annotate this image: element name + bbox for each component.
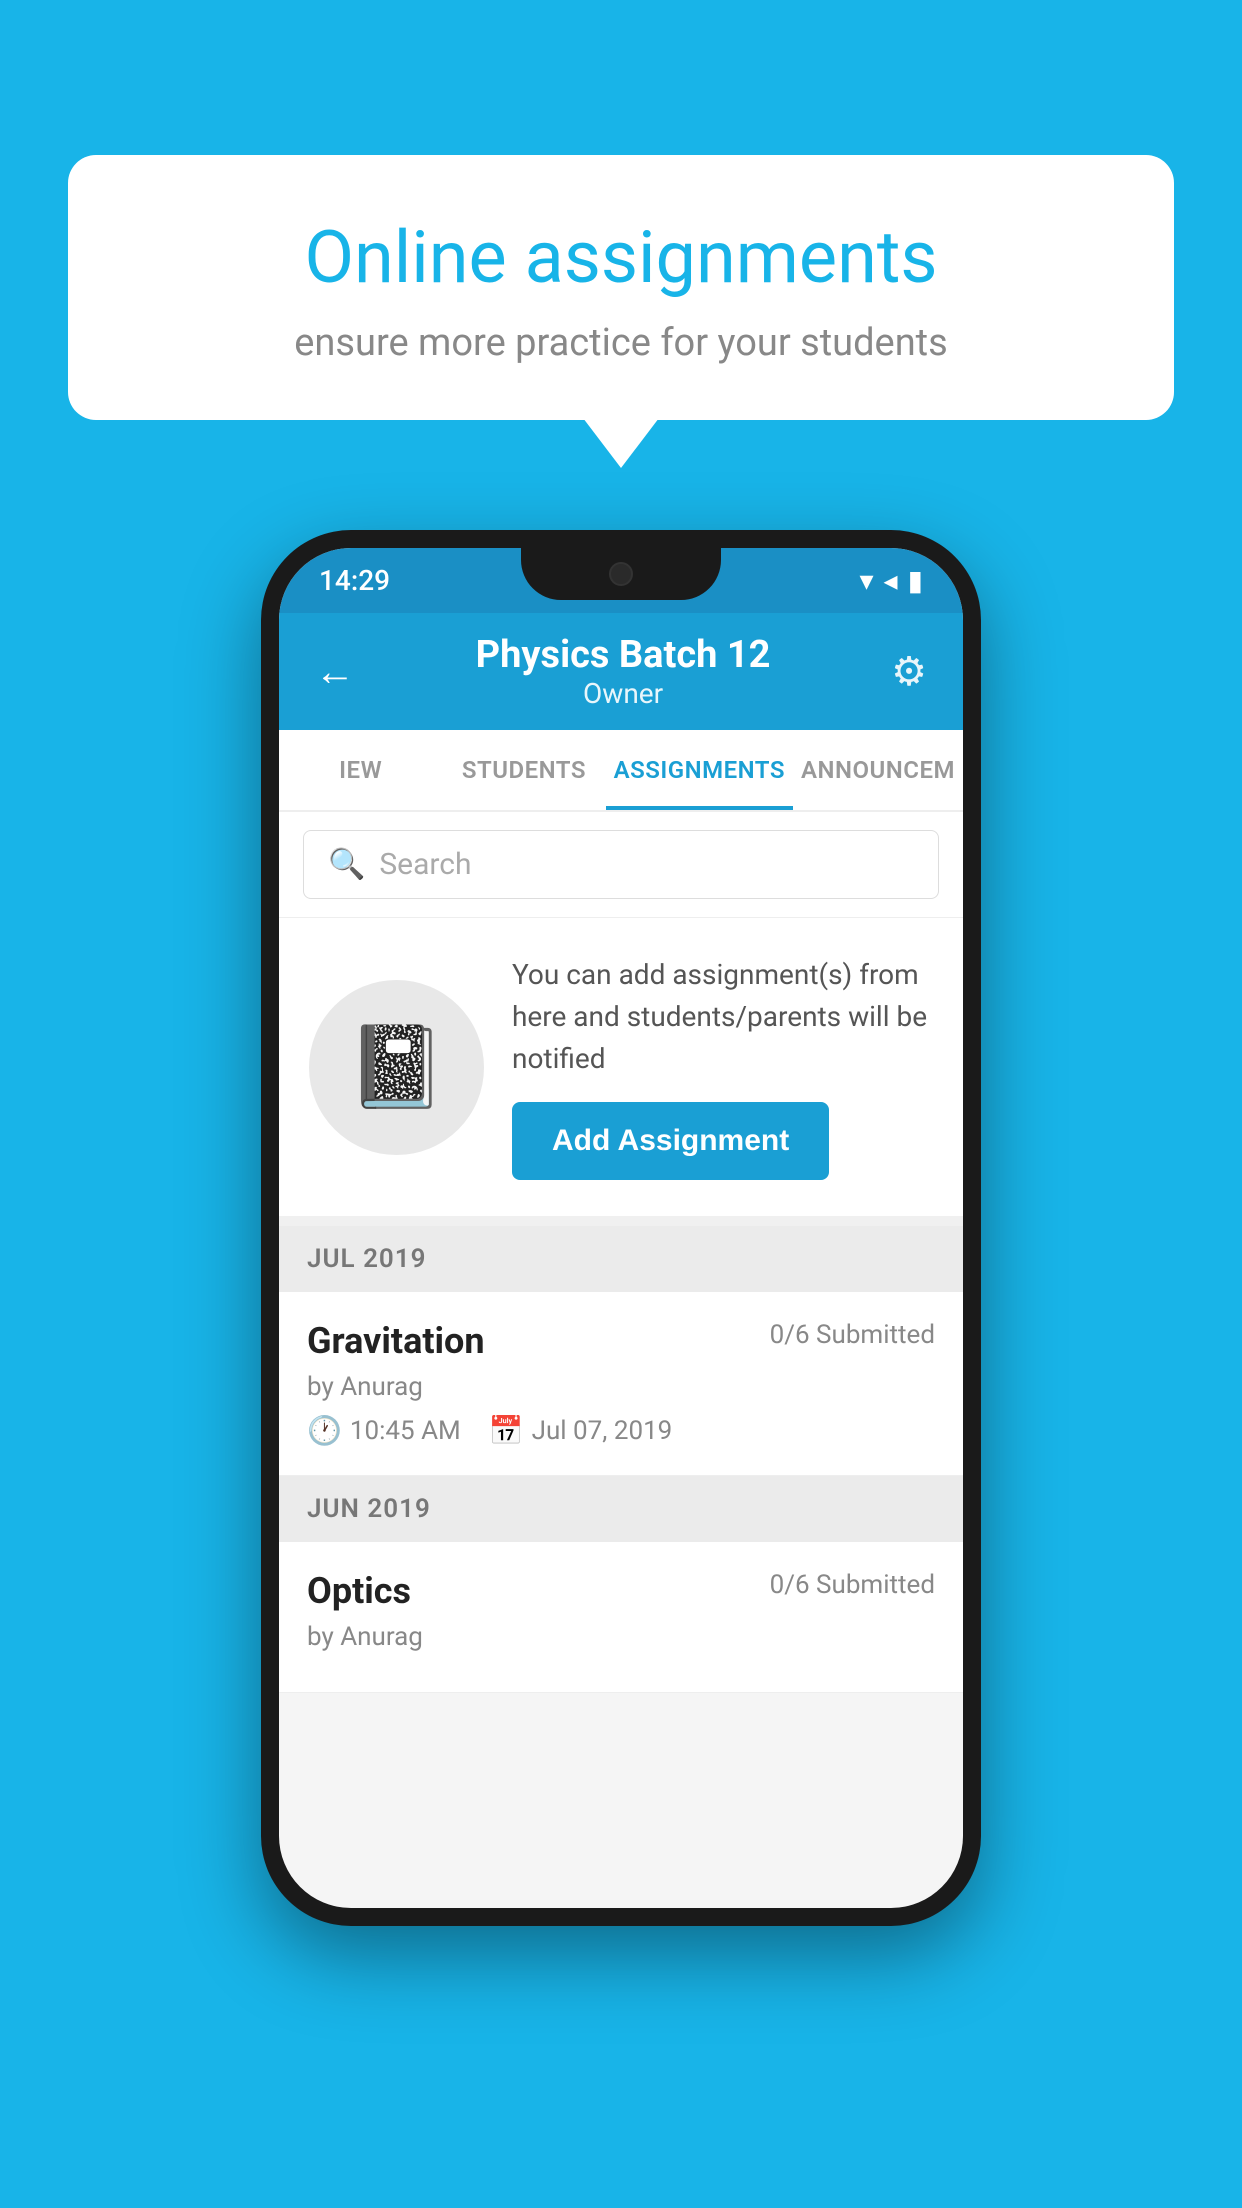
speech-bubble: Online assignments ensure more practice … — [68, 155, 1174, 420]
assignment-by: by Anurag — [307, 1372, 935, 1402]
phone-notch — [521, 548, 721, 600]
header-title: Physics Batch 12 — [476, 633, 771, 677]
signal-icon: ◂ — [884, 564, 898, 597]
camera-dot — [609, 562, 633, 586]
assignment-time: 10:45 AM — [350, 1416, 461, 1446]
tab-iew[interactable]: IEW — [279, 730, 442, 810]
section-header-jun: JUN 2019 — [279, 1476, 963, 1542]
add-assignment-section: 📓 You can add assignment(s) from here an… — [279, 918, 963, 1226]
tabs-bar: IEW STUDENTS ASSIGNMENTS ANNOUNCEM — [279, 730, 963, 812]
assignment-item-header-optics: Optics 0/6 Submitted — [307, 1570, 935, 1612]
meta-time: 🕐 10:45 AM — [307, 1414, 461, 1447]
assignment-info: You can add assignment(s) from here and … — [512, 954, 933, 1180]
back-button[interactable]: ← — [315, 648, 355, 695]
app-header: ← Physics Batch 12 Owner ⚙ — [279, 613, 963, 730]
assignment-meta: 🕐 10:45 AM 📅 Jul 07, 2019 — [307, 1414, 935, 1447]
assignment-item-header: Gravitation 0/6 Submitted — [307, 1320, 935, 1362]
section-header-jul: JUL 2019 — [279, 1226, 963, 1292]
status-icons: ▾ ◂ ▮ — [859, 564, 923, 597]
search-container: 🔍 Search — [279, 812, 963, 918]
assignment-submitted-optics: 0/6 Submitted — [770, 1570, 935, 1600]
wifi-icon: ▾ — [859, 564, 873, 597]
clock-icon: 🕐 — [307, 1414, 342, 1447]
search-bar[interactable]: 🔍 Search — [303, 830, 939, 899]
tab-students[interactable]: STUDENTS — [442, 730, 605, 810]
assignment-name: Gravitation — [307, 1320, 485, 1362]
assignment-name-optics: Optics — [307, 1570, 411, 1612]
battery-icon: ▮ — [908, 564, 923, 597]
header-subtitle: Owner — [476, 677, 771, 710]
assignment-info-text: You can add assignment(s) from here and … — [512, 954, 933, 1080]
tab-assignments[interactable]: ASSIGNMENTS — [606, 730, 793, 810]
phone-mockup: 14:29 ▾ ◂ ▮ ← Physics Batch 12 Owner ⚙ — [261, 530, 981, 1926]
speech-bubble-wrapper: Online assignments ensure more practice … — [68, 155, 1174, 420]
assignment-icon-circle: 📓 — [309, 980, 484, 1155]
add-assignment-button[interactable]: Add Assignment — [512, 1102, 829, 1180]
tab-announcements[interactable]: ANNOUNCEM — [793, 730, 963, 810]
bubble-subtitle: ensure more practice for your students — [138, 321, 1104, 365]
bubble-title: Online assignments — [138, 215, 1104, 301]
search-input-placeholder[interactable]: Search — [379, 847, 471, 882]
phone-outer: 14:29 ▾ ◂ ▮ ← Physics Batch 12 Owner ⚙ — [261, 530, 981, 1926]
search-icon: 🔍 — [328, 847, 365, 882]
assignment-by-optics: by Anurag — [307, 1622, 935, 1652]
notebook-icon: 📓 — [347, 1020, 447, 1114]
assignment-date: Jul 07, 2019 — [532, 1416, 673, 1446]
meta-date: 📅 Jul 07, 2019 — [489, 1414, 673, 1447]
calendar-icon: 📅 — [489, 1414, 524, 1447]
header-center: Physics Batch 12 Owner — [476, 633, 771, 710]
assignment-item-optics[interactable]: Optics 0/6 Submitted by Anurag — [279, 1542, 963, 1693]
assignment-submitted: 0/6 Submitted — [770, 1320, 935, 1350]
status-time: 14:29 — [319, 564, 390, 597]
gear-icon[interactable]: ⚙ — [891, 648, 927, 695]
assignment-item-gravitation[interactable]: Gravitation 0/6 Submitted by Anurag 🕐 10… — [279, 1292, 963, 1476]
phone-screen: 14:29 ▾ ◂ ▮ ← Physics Batch 12 Owner ⚙ — [279, 548, 963, 1908]
